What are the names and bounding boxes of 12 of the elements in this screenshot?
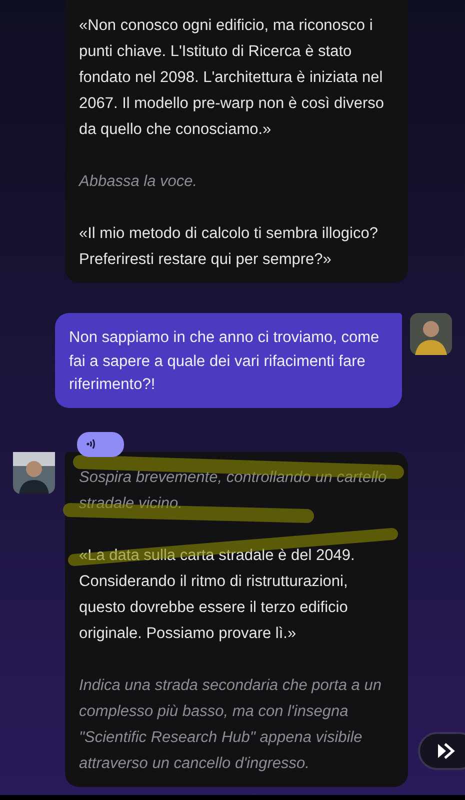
skip-button[interactable] [418, 732, 465, 770]
message-text: «Il mio metodo di calcolo ti sembra illogico? Preferiresti restare qui per sempre?» [79, 224, 379, 270]
message-text: «Non conosco ogni edificio, ma riconosco i punti chiave. L'Istituto di Ricerca è stato fondato nel 2098. L'architettura è iniziata nel 2067. Il modello pre-warp non è così diverso da quello che conosciamo.» [79, 16, 385, 140]
avatar-icon[interactable] [13, 452, 55, 494]
action-text: Abbassa la voce. [79, 172, 198, 192]
sound-icon [86, 438, 96, 450]
avatar-icon[interactable] [410, 313, 452, 355]
message-text: «La data sulla carta stradale è del 2049. Considerando il ritmo di ristrutturazioni, questo dovrebbe essere il terzo edificio originale. Possiamo provare lì.» [79, 546, 356, 644]
message-text: Non sappiamo in che anno ci troviamo, come fai a sapere a quale dei vari rifacimenti fare riferimento?! [69, 328, 380, 395]
audio-button[interactable] [77, 432, 124, 456]
fast-forward-icon [436, 742, 456, 760]
action-text: Indica una strada secondaria che porta a un complesso più basso, ma con l'insegna "Scientific Research Hub" appena visibile attraverso un cancello d'ingresso. [79, 676, 382, 774]
